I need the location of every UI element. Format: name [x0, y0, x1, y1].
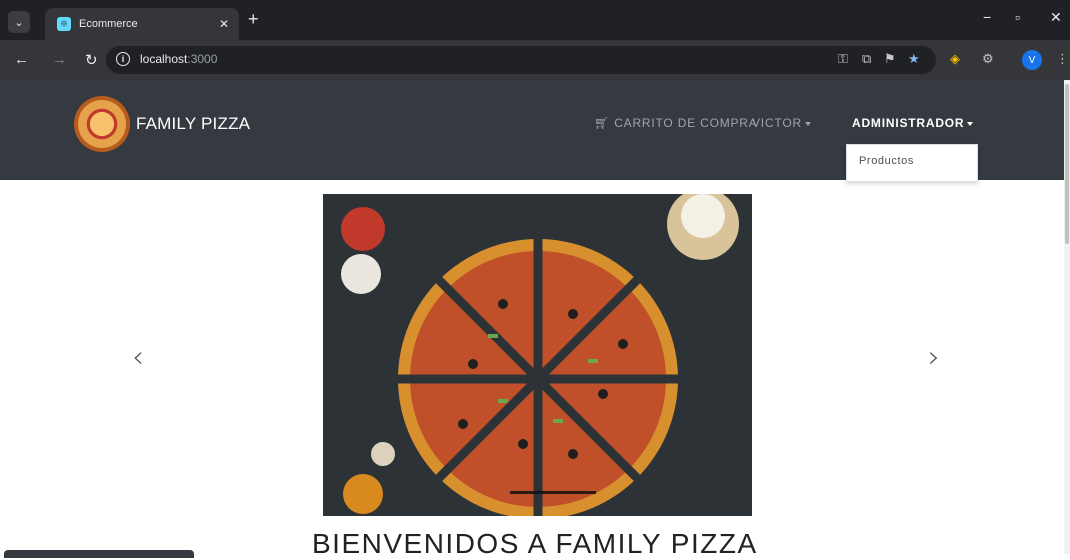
url-input[interactable] [106, 46, 936, 74]
browser-tab[interactable]: ⚛ Ecommerce ✕ [45, 8, 239, 40]
site-info-icon[interactable]: i [116, 52, 130, 66]
nav-cart-link[interactable]: 🛒︎ CARRITO DE COMPRA [594, 116, 758, 130]
caret-down-icon [804, 121, 811, 126]
carousel-pizza-image [323, 194, 752, 516]
dropdown-item-productos[interactable]: Productos [859, 155, 914, 167]
admin-dropdown-menu: Productos [846, 144, 978, 182]
chevron-left-icon[interactable]: ‹ [132, 340, 144, 375]
welcome-heading: BIENVENIDOS A FAMILY PIZZA [312, 528, 758, 559]
reload-icon[interactable]: ↻ [85, 51, 98, 69]
pizza-logo-icon[interactable] [74, 96, 130, 152]
restore-icon[interactable]: ▫ [1015, 9, 1020, 25]
pizza-illustration [323, 194, 752, 516]
url-text[interactable]: localhost:3000 [140, 52, 217, 66]
extensions-puzzle-icon[interactable]: ⚙ [982, 51, 994, 67]
more-menu-icon[interactable]: ⋮ [1056, 51, 1069, 67]
close-icon[interactable]: ✕ [219, 17, 229, 31]
password-key-icon[interactable]: ⚿ [838, 51, 848, 67]
window-close-icon[interactable]: ✕ [1050, 9, 1062, 26]
bottom-button-partial[interactable] [4, 550, 194, 558]
brand-name[interactable]: FAMILY PIZZA [136, 114, 250, 134]
tab-title: Ecommerce [79, 18, 138, 30]
minimize-icon[interactable]: − [983, 9, 991, 25]
react-favicon-icon: ⚛ [57, 17, 71, 31]
cast-icon[interactable]: ⧉ [862, 51, 871, 67]
bookmark-star-icon[interactable]: ★ [908, 51, 920, 67]
translate-icon[interactable]: ⚑ [884, 51, 896, 67]
nav-admin-dropdown[interactable]: ADMINISTRADOR [852, 116, 974, 130]
scrollbar-thumb[interactable] [1065, 84, 1069, 244]
chevron-right-icon[interactable]: › [928, 340, 940, 375]
forward-arrow-icon[interactable]: → [52, 51, 67, 68]
tab-search-button[interactable]: ⌄ [8, 11, 30, 33]
cart-icon: 🛒︎ [594, 116, 611, 130]
caret-down-icon [967, 121, 974, 126]
carousel-indicator-active[interactable] [510, 491, 596, 494]
nav-user-dropdown[interactable]: VICTOR [752, 116, 811, 130]
extension-icon[interactable]: ◈ [950, 51, 960, 67]
new-tab-button[interactable]: + [248, 9, 259, 30]
profile-avatar[interactable]: V [1022, 50, 1042, 70]
back-arrow-icon[interactable]: ← [14, 51, 29, 68]
